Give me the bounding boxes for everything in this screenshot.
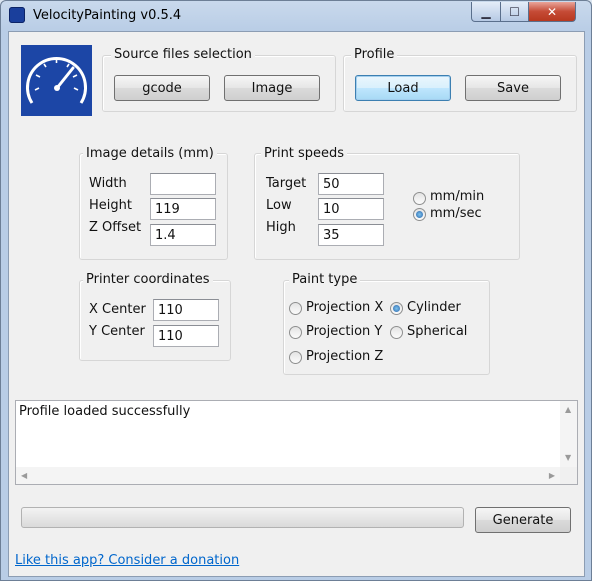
log-message: Profile loaded successfully	[19, 404, 191, 419]
width-label: Width	[89, 176, 127, 191]
scroll-right-icon[interactable]: ▶	[549, 471, 555, 480]
cylinder-radio[interactable]	[390, 302, 403, 315]
maximize-button[interactable]: ☐	[500, 2, 529, 22]
vertical-scrollbar[interactable]: ▲ ▼	[560, 401, 577, 467]
source-files-label: Source files selection	[111, 47, 255, 62]
speedometer-icon	[9, 7, 25, 23]
print-speeds-label: Print speeds	[261, 146, 348, 161]
load-button[interactable]: Load	[355, 75, 451, 101]
close-button[interactable]: ✕	[528, 2, 576, 22]
scrollbar-corner	[560, 467, 577, 484]
low-label: Low	[266, 198, 292, 213]
height-field[interactable]	[150, 198, 216, 220]
mm-sec-label: mm/sec	[430, 206, 482, 221]
title-bar[interactable]: VelocityPainting v0.5.4 ▁ ☐ ✕	[1, 1, 591, 31]
mm-min-label: mm/min	[430, 189, 485, 204]
minimize-icon: ▁	[481, 4, 491, 19]
spherical-label: Spherical	[407, 324, 468, 339]
low-speed-field[interactable]	[318, 198, 384, 220]
projection-x-radio[interactable]	[289, 302, 302, 315]
speedometer-logo	[21, 45, 92, 116]
high-label: High	[266, 220, 296, 235]
paint-type-label: Paint type	[289, 272, 361, 287]
cylinder-label: Cylinder	[407, 300, 461, 315]
minimize-button[interactable]: ▁	[471, 2, 501, 22]
width-field[interactable]	[150, 173, 216, 195]
ycenter-label: Y Center	[89, 324, 145, 339]
scroll-up-icon[interactable]: ▲	[565, 405, 571, 414]
xcenter-field[interactable]	[153, 299, 219, 321]
mm-min-radio[interactable]	[413, 192, 426, 205]
ycenter-field[interactable]	[153, 325, 219, 347]
save-button[interactable]: Save	[465, 75, 561, 101]
client-area: Source files selection gcode Image Profi…	[8, 31, 585, 577]
scroll-left-icon[interactable]: ◀	[21, 471, 27, 480]
projection-z-radio[interactable]	[289, 351, 302, 364]
profile-label: Profile	[351, 47, 398, 62]
speedometer-icon	[26, 56, 87, 104]
projection-z-label: Projection Z	[306, 349, 384, 364]
image-details-label: Image details (mm)	[83, 146, 217, 161]
generate-button[interactable]: Generate	[475, 507, 571, 533]
close-icon: ✕	[546, 4, 558, 19]
scroll-down-icon[interactable]: ▼	[565, 453, 571, 462]
zoffset-label: Z Offset	[89, 220, 142, 235]
printer-coordinates-label: Printer coordinates	[83, 272, 213, 287]
xcenter-label: X Center	[89, 302, 146, 317]
progress-bar	[21, 507, 464, 528]
mm-sec-radio[interactable]	[413, 208, 426, 221]
target-speed-field[interactable]	[318, 173, 384, 195]
target-label: Target	[266, 176, 307, 191]
horizontal-scrollbar[interactable]: ◀ ▶	[16, 467, 560, 484]
app-window: VelocityPainting v0.5.4 ▁ ☐ ✕ Source fil…	[0, 0, 592, 581]
zoffset-field[interactable]	[150, 224, 216, 246]
high-speed-field[interactable]	[318, 224, 384, 246]
projection-x-label: Projection X	[306, 300, 384, 315]
height-label: Height	[89, 198, 132, 213]
projection-y-radio[interactable]	[289, 326, 302, 339]
spherical-radio[interactable]	[390, 326, 403, 339]
window-title: VelocityPainting v0.5.4	[33, 8, 182, 23]
maximize-icon: ☐	[509, 4, 520, 19]
gcode-button[interactable]: gcode	[114, 75, 210, 101]
log-textarea[interactable]: Profile loaded successfully ▲ ▼ ◀ ▶	[15, 400, 578, 485]
projection-y-label: Projection Y	[306, 324, 383, 339]
image-button[interactable]: Image	[224, 75, 320, 101]
donation-link[interactable]: Like this app? Consider a donation	[15, 553, 239, 568]
